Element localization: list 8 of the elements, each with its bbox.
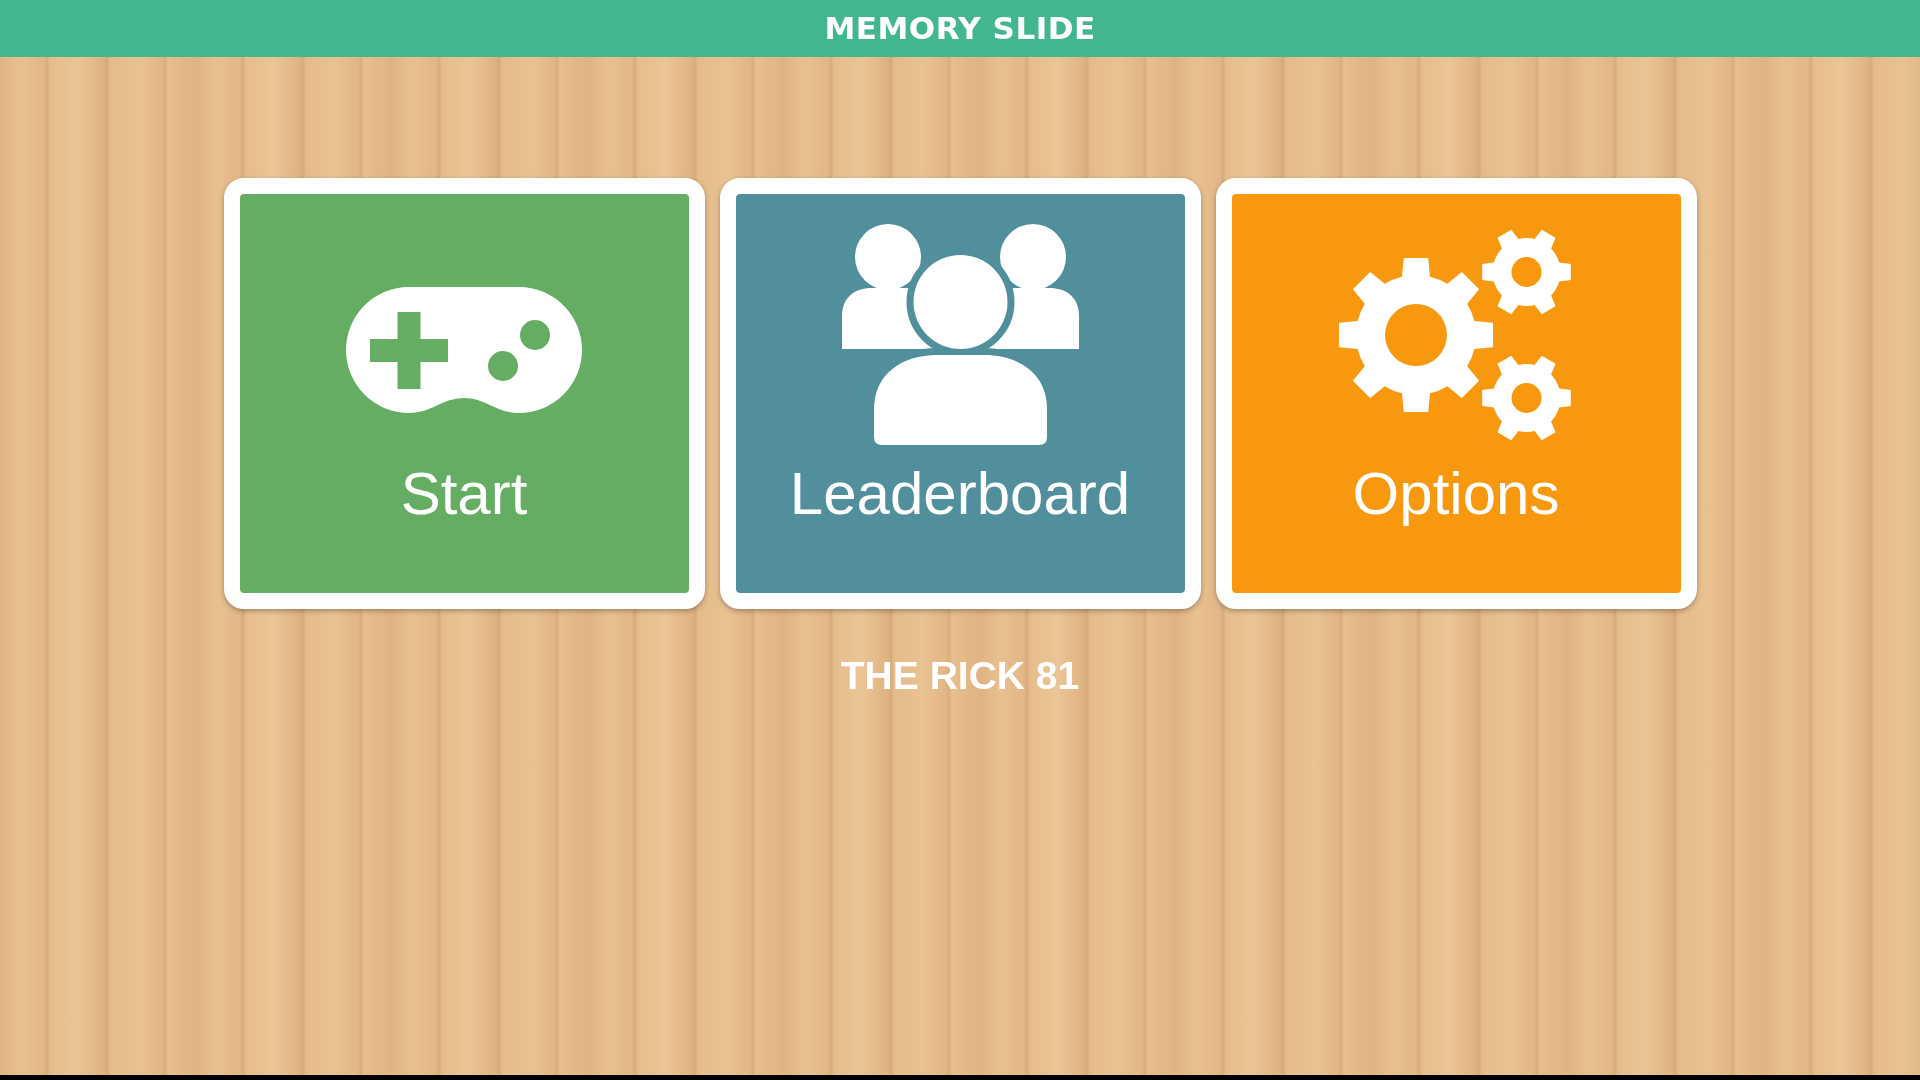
people-icon [841,224,1079,445]
menu-tile[interactable]: Leaderboard [719,178,1201,609]
gamepad-icon [346,287,582,413]
player-name: THE RICK 81 [840,656,1080,695]
gears-icon [1338,227,1574,443]
menu-tile[interactable]: Start [223,178,705,609]
menu-tile[interactable]: Options [1215,178,1697,609]
app-title: MEMORY SLIDE [824,13,1096,44]
